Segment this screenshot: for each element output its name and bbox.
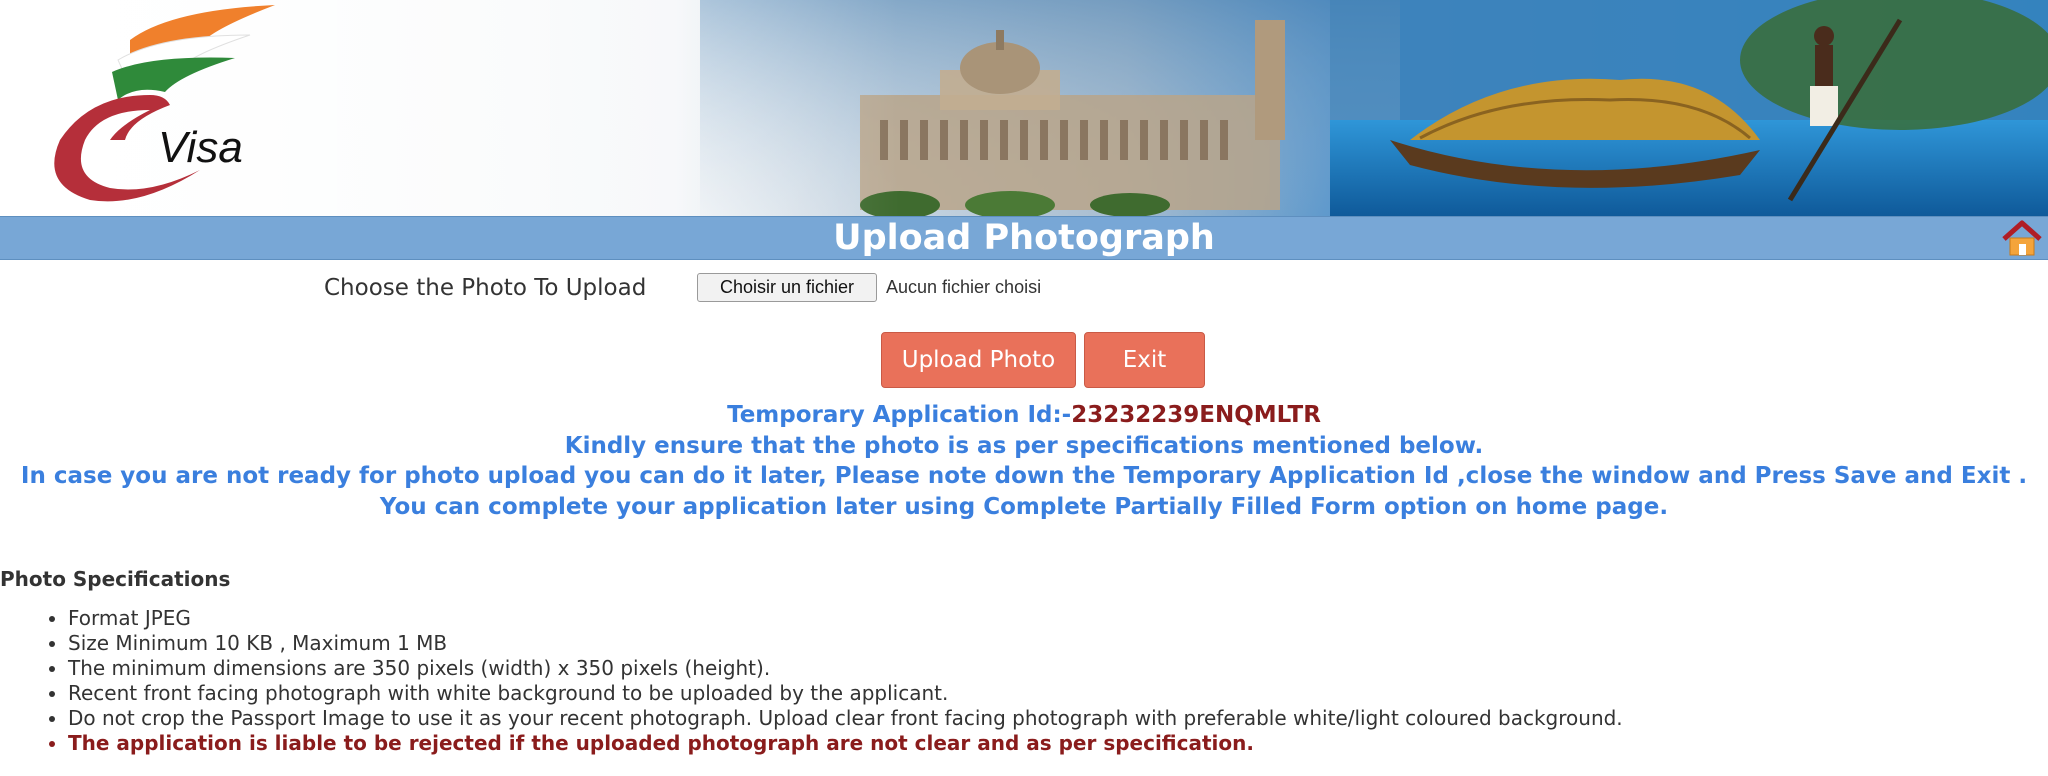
notice-line-2: In case you are not ready for photo uplo… (20, 463, 2028, 489)
spec-item: Do not crop the Passport Image to use it… (68, 706, 1623, 731)
logo-text: Visa (158, 123, 243, 172)
home-icon[interactable] (2000, 219, 2044, 257)
notice-line-3: You can complete your application later … (379, 493, 1669, 520)
boat-illustration (1330, 0, 2048, 216)
title-bar: Upload Photograph (0, 216, 2048, 260)
app-id-label: Temporary Application Id:- (727, 402, 1072, 428)
spec-item: Recent front facing photograph with whit… (68, 681, 1623, 706)
spec-list: Format JPEG Size Minimum 10 KB , Maximum… (0, 606, 1623, 756)
app-id-value: 23232239ENQMLTR (1071, 402, 1321, 428)
page-title: Upload Photograph (833, 218, 1215, 258)
spec-title: Photo Specifications (0, 567, 231, 591)
spec-warning: The application is liable to be rejected… (68, 731, 1623, 756)
header-banner: Visa (0, 0, 2048, 216)
notice-block: Temporary Application Id:-23232239ENQMLT… (0, 400, 2048, 522)
upload-row: Choose the Photo To Upload Choisir un fi… (0, 273, 2048, 305)
spec-item: Size Minimum 10 KB , Maximum 1 MB (68, 631, 1623, 656)
choose-file-button[interactable]: Choisir un fichier (697, 273, 877, 302)
file-status: Aucun fichier choisi (886, 277, 1042, 297)
upload-label: Choose the Photo To Upload (324, 275, 647, 301)
spec-item: Format JPEG (68, 606, 1623, 631)
banner-image: Visa (0, 0, 2048, 216)
app-id-line: Temporary Application Id:-23232239ENQMLT… (0, 400, 2048, 431)
exit-button[interactable]: Exit (1084, 332, 1205, 388)
notice-line-1: Kindly ensure that the photo is as per s… (564, 432, 1484, 459)
upload-photo-button[interactable]: Upload Photo (881, 332, 1076, 388)
spec-item: The minimum dimensions are 350 pixels (w… (68, 656, 1623, 681)
